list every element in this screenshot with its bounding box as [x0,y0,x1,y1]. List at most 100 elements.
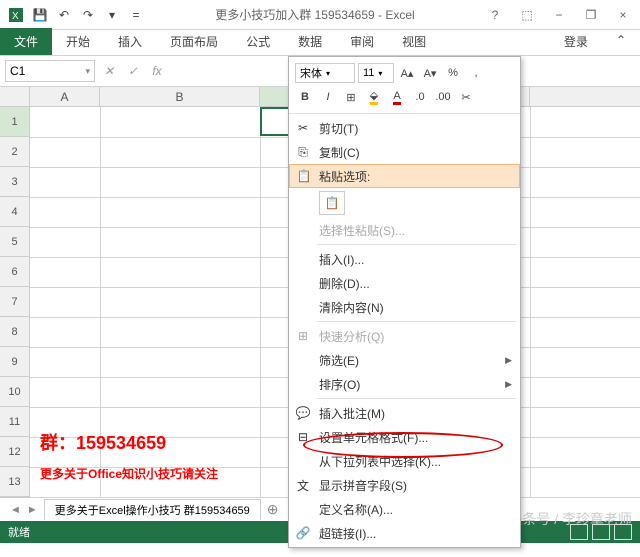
tab-formulas[interactable]: 公式 [232,28,284,55]
quick-analysis-icon: ⊞ [295,328,311,344]
menu-dropdown-list[interactable]: 从下拉列表中选择(K)... [289,449,520,473]
font-select[interactable]: 宋体▾ [295,63,355,83]
row-headers: 1 2 3 4 5 6 7 8 9 10 11 12 13 [0,107,30,497]
titlebar: X 💾 ↶ ↷ ▾ = 更多小技巧加入群 159534659 - Excel ?… [0,0,640,30]
excel-icon: X [5,4,27,26]
increase-decimal-icon[interactable]: .00 [433,87,453,107]
paste-option-buttons: 📋 [289,188,520,218]
row-header-3[interactable]: 3 [0,167,30,197]
row-header-11[interactable]: 11 [0,407,30,437]
minimize-button[interactable]: − [547,5,571,25]
row-header-8[interactable]: 8 [0,317,30,347]
decrease-font-icon[interactable]: A▾ [420,63,440,83]
signin-button[interactable]: 登录 [550,28,602,55]
menu-filter[interactable]: 筛选(E)▶ [289,348,520,372]
hyperlink-icon: 🔗 [295,525,311,541]
tab-view[interactable]: 视图 [388,28,440,55]
menu-define-name[interactable]: 定义名称(A)... [289,497,520,521]
restore-button[interactable]: ❐ [579,5,603,25]
font-color-icon[interactable]: A [387,87,407,107]
status-ready: 就绪 [8,524,30,540]
menu-paste-options[interactable]: 📋粘贴选项: [289,164,520,188]
watermark: 头条号 / 李珍章老师 [508,509,632,529]
row-header-10[interactable]: 10 [0,377,30,407]
name-box-value: C1 [10,64,25,78]
italic-button[interactable]: I [318,87,338,107]
row-header-2[interactable]: 2 [0,137,30,167]
format-cells-icon: ⊟ [295,429,311,445]
fx-icon[interactable]: fx [147,61,167,81]
menu-quick-analysis: ⊞快速分析(Q) [289,324,520,348]
paste-icon: 📋 [296,168,312,184]
close-button[interactable]: × [611,5,635,25]
comma-icon[interactable]: , [466,63,486,83]
row-header-9[interactable]: 9 [0,347,30,377]
add-sheet-button[interactable]: ⊕ [267,501,279,518]
redo-icon[interactable]: ↷ [77,4,99,26]
format-painter-icon[interactable]: ✂ [456,87,476,107]
comment-icon: 💬 [295,405,311,421]
sheet-nav-next-icon[interactable]: ► [27,504,38,516]
tab-review[interactable]: 审阅 [336,28,388,55]
paste-default-button[interactable]: 📋 [319,191,345,215]
save-icon[interactable]: 💾 [29,4,51,26]
tab-data[interactable]: 数据 [284,28,336,55]
name-box-dropdown-icon[interactable]: ▾ [85,66,90,77]
font-size-select[interactable]: 11▾ [358,63,394,83]
collapse-ribbon-icon[interactable]: ⌃ [602,28,640,55]
name-box[interactable]: C1 ▾ [5,60,95,82]
row-header-12[interactable]: 12 [0,437,30,467]
menu-pinyin[interactable]: 文显示拼音字段(S) [289,473,520,497]
row-header-1[interactable]: 1 [0,107,30,137]
fill-color-icon[interactable]: ⬙ [364,87,384,107]
sheet-tab-active[interactable]: 更多关于Excel操作小技巧 群159534659 [44,499,261,520]
overlay-text-2: 更多关于Office知识小技巧请关注 [40,465,218,482]
row-header-6[interactable]: 6 [0,257,30,287]
tab-file[interactable]: 文件 [0,28,52,55]
svg-text:X: X [12,11,19,22]
row-header-7[interactable]: 7 [0,287,30,317]
cancel-formula-icon[interactable]: ✕ [99,61,119,81]
menu-copy[interactable]: ⎘复制(C) [289,140,520,164]
menu-delete[interactable]: 删除(D)... [289,271,520,295]
increase-font-icon[interactable]: A▴ [397,63,417,83]
help-button[interactable]: ? [483,5,507,25]
tab-home[interactable]: 开始 [52,28,104,55]
menu-format-cells[interactable]: ⊟设置单元格格式(F)... [289,425,520,449]
menu-items: ✂剪切(T) ⎘复制(C) 📋粘贴选项: 📋 选择性粘贴(S)... 插入(I)… [289,114,520,547]
col-header-a[interactable]: A [30,87,100,106]
menu-hyperlink[interactable]: 🔗超链接(I)... [289,521,520,545]
window-controls: ? ⬚ − ❐ × [483,5,635,25]
menu-insert-comment[interactable]: 💬插入批注(M) [289,401,520,425]
menu-clear[interactable]: 清除内容(N) [289,295,520,319]
copy-icon: ⎘ [295,144,311,160]
row-header-4[interactable]: 4 [0,197,30,227]
fx-area: ✕ ✓ fx [99,61,167,81]
border-icon[interactable]: ⊞ [341,87,361,107]
overlay-text-1: 群：159534659 [40,429,166,455]
tab-insert[interactable]: 插入 [104,28,156,55]
percent-icon[interactable]: % [443,63,463,83]
context-menu: 宋体▾ 11▾ A▴ A▾ % , B I ⊞ ⬙ A .0 .00 ✂ ✂剪切… [288,56,521,548]
cut-icon: ✂ [295,120,311,136]
col-header-b[interactable]: B [100,87,260,106]
qat-more-icon[interactable]: ▾ [101,4,123,26]
menu-sort[interactable]: 排序(O)▶ [289,372,520,396]
mini-toolbar: 宋体▾ 11▾ A▴ A▾ % , B I ⊞ ⬙ A .0 .00 ✂ [289,57,520,114]
row-header-13[interactable]: 13 [0,467,30,497]
menu-cut[interactable]: ✂剪切(T) [289,116,520,140]
ribbon-tabs: 文件 开始 插入 页面布局 公式 数据 审阅 视图 登录 ⌃ [0,30,640,56]
ribbon-toggle-button[interactable]: ⬚ [515,5,539,25]
menu-insert[interactable]: 插入(I)... [289,247,520,271]
row-header-5[interactable]: 5 [0,227,30,257]
select-all-corner[interactable] [0,87,30,106]
quick-access-toolbar: X 💾 ↶ ↷ ▾ = [5,4,147,26]
qat-customize-icon[interactable]: = [125,4,147,26]
decrease-decimal-icon[interactable]: .0 [410,87,430,107]
undo-icon[interactable]: ↶ [53,4,75,26]
submenu-arrow-icon: ▶ [505,355,512,366]
sheet-nav-prev-icon[interactable]: ◄ [10,504,21,516]
bold-button[interactable]: B [295,87,315,107]
tab-layout[interactable]: 页面布局 [156,28,232,55]
enter-formula-icon[interactable]: ✓ [123,61,143,81]
